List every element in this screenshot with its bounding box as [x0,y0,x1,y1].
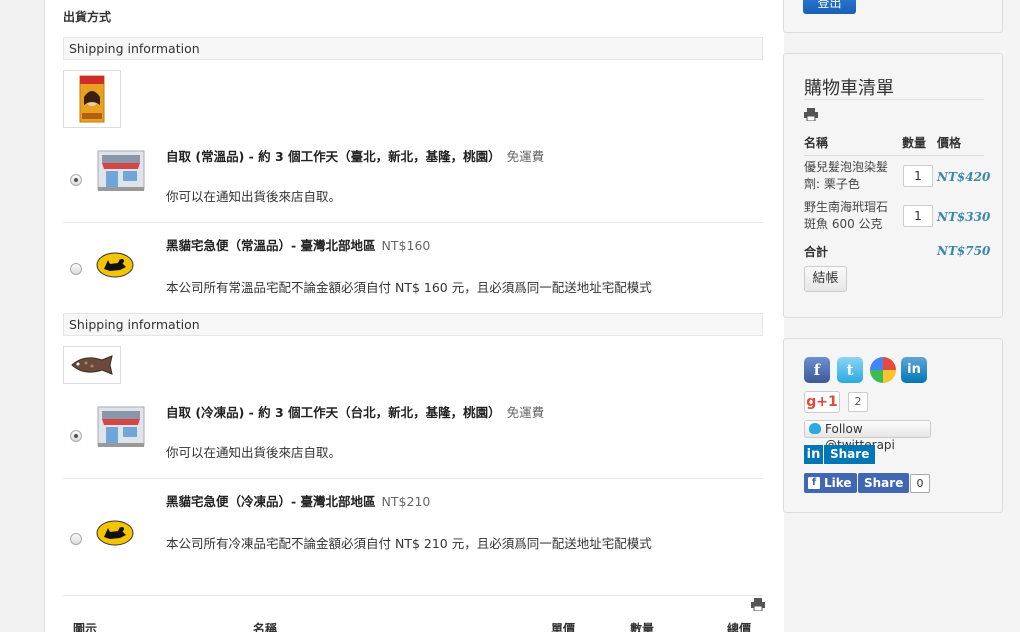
twitter-icon[interactable]: t [837,357,863,383]
option-description: 本公司所有常溫品宅配不論金額必須自付 NT$ 160 元，且必須爲同一配送地址宅… [166,280,652,295]
option-title: 黑貓宅急便（冷凍品）- 臺灣北部地區 [166,494,376,509]
option-title: 自取 (冷凍品) - 約 3 個工作天（台北，新北，基隆，桃園） [166,405,501,420]
cart-title: 購物車清單 [804,78,894,99]
cart-item-name[interactable]: 優兒髮泡泡染髮劑: 栗子色 [804,159,896,193]
cart-item-price: NT$420 [937,170,991,184]
option-description: 本公司所有冷凍品宅配不論金額必須自付 NT$ 210 元，且必須爲同一配送地址宅… [166,536,652,551]
product-thumbnail-grouper [63,346,121,384]
store-icon [97,406,145,447]
main-content: 出貨方式 Shipping information 自取 (常溫品) - 約 3… [44,0,784,632]
cart-item-name[interactable]: 野生南海玳瑁石斑魚 600 公克 [804,199,896,233]
divider [804,99,984,100]
facebook-share-count: 0 [910,474,930,493]
social-module: f t in g+1 2 Follow @twitterapi in Share… [783,338,1003,513]
divider [63,222,763,223]
cart-col-qty: 數量 [902,136,927,150]
col-name: 名稱 [253,622,278,632]
cart-total-label: 合計 [804,245,829,259]
login-module: 登出 [783,0,1003,33]
col-unit-price: 單價 [551,622,576,632]
black-cat-icon [96,252,134,278]
facebook-icon: f [808,477,820,489]
facebook-like-label: Like [824,476,852,490]
linkedin-icon[interactable]: in [901,357,927,383]
shipping-radio[interactable] [70,533,82,545]
google-icon[interactable] [870,357,896,383]
cart-total-value: NT$750 [937,244,991,258]
shipping-option[interactable]: 自取 (冷凍品) - 約 3 個工作天（台北，新北，基隆，桃園） 免運費 你可以在… [63,393,763,479]
page-gutter [0,0,44,632]
section-title: 出貨方式 [63,10,112,24]
twitter-bird-icon [809,423,821,434]
quantity-input[interactable]: 1 [903,165,933,187]
linkedin-share-label: Share [824,445,876,464]
product-thumbnail-hair-dye [63,70,121,128]
quantity-input[interactable]: 1 [903,205,933,227]
shipping-radio[interactable] [70,263,82,275]
shipping-info-header: Shipping information [63,37,763,60]
checkout-button[interactable]: 結帳 [804,266,847,292]
black-cat-icon [96,520,134,546]
store-icon [97,150,145,191]
option-fee: NT$210 [381,494,431,509]
linkedin-share-button[interactable]: in Share [804,445,876,464]
cart-col-price: 價格 [937,136,962,150]
col-quantity: 數量 [630,622,655,632]
divider [63,478,763,479]
option-description: 你可以在通知出貨後來店自取。 [166,445,342,460]
shipping-option[interactable]: 黑貓宅急便（常溫品）- 臺灣北部地區 NT$160 本公司所有常溫品宅配不論金額必… [63,222,763,312]
shipping-option[interactable]: 自取 (常溫品) - 約 3 個工作天（臺北，新北，基隆，桃園） 免運費 你可以在… [63,137,763,223]
option-fee: 免運費 [506,149,545,164]
logout-button[interactable]: 登出 [803,0,856,14]
shipping-info-header: Shipping information [63,313,763,336]
google-plus-count: 2 [848,392,868,412]
print-icon[interactable] [804,108,818,121]
cart-table-header: 圖示 名稱 單價 數量 總價 [63,595,763,632]
facebook-icon[interactable]: f [804,357,830,383]
col-total: 總價 [727,622,752,632]
linkedin-icon: in [804,445,823,464]
option-description: 你可以在通知出貨後來店自取。 [166,189,342,204]
fish-icon [71,355,113,375]
option-title: 自取 (常溫品) - 約 3 個工作天（臺北，新北，基隆，桃園） [166,149,501,164]
cart-module: 購物車清單 名稱 數量 價格 優兒髮泡泡染髮劑: 栗子色 1 NT$420 野生… [783,53,1003,318]
facebook-like-button[interactable]: f Like [804,473,857,493]
google-plus-button[interactable]: g+1 [804,391,840,413]
divider [804,155,984,156]
option-fee: 免運費 [506,405,545,420]
col-image: 圖示 [73,622,98,632]
cart-col-name: 名稱 [804,136,829,150]
hair-dye-box-icon [79,75,105,123]
shipping-radio[interactable] [70,174,82,186]
option-title: 黑貓宅急便（常溫品）- 臺灣北部地區 [166,238,376,253]
shipping-option[interactable]: 黑貓宅急便（冷凍品）- 臺灣北部地區 NT$210 本公司所有冷凍品宅配不論金額必… [63,478,763,568]
cart-item-price: NT$330 [937,210,991,224]
option-fee: NT$160 [381,238,431,253]
shipping-radio[interactable] [70,430,82,442]
facebook-share-button[interactable]: Share [858,473,910,493]
twitter-follow-button[interactable]: Follow @twitterapi [804,420,931,452]
